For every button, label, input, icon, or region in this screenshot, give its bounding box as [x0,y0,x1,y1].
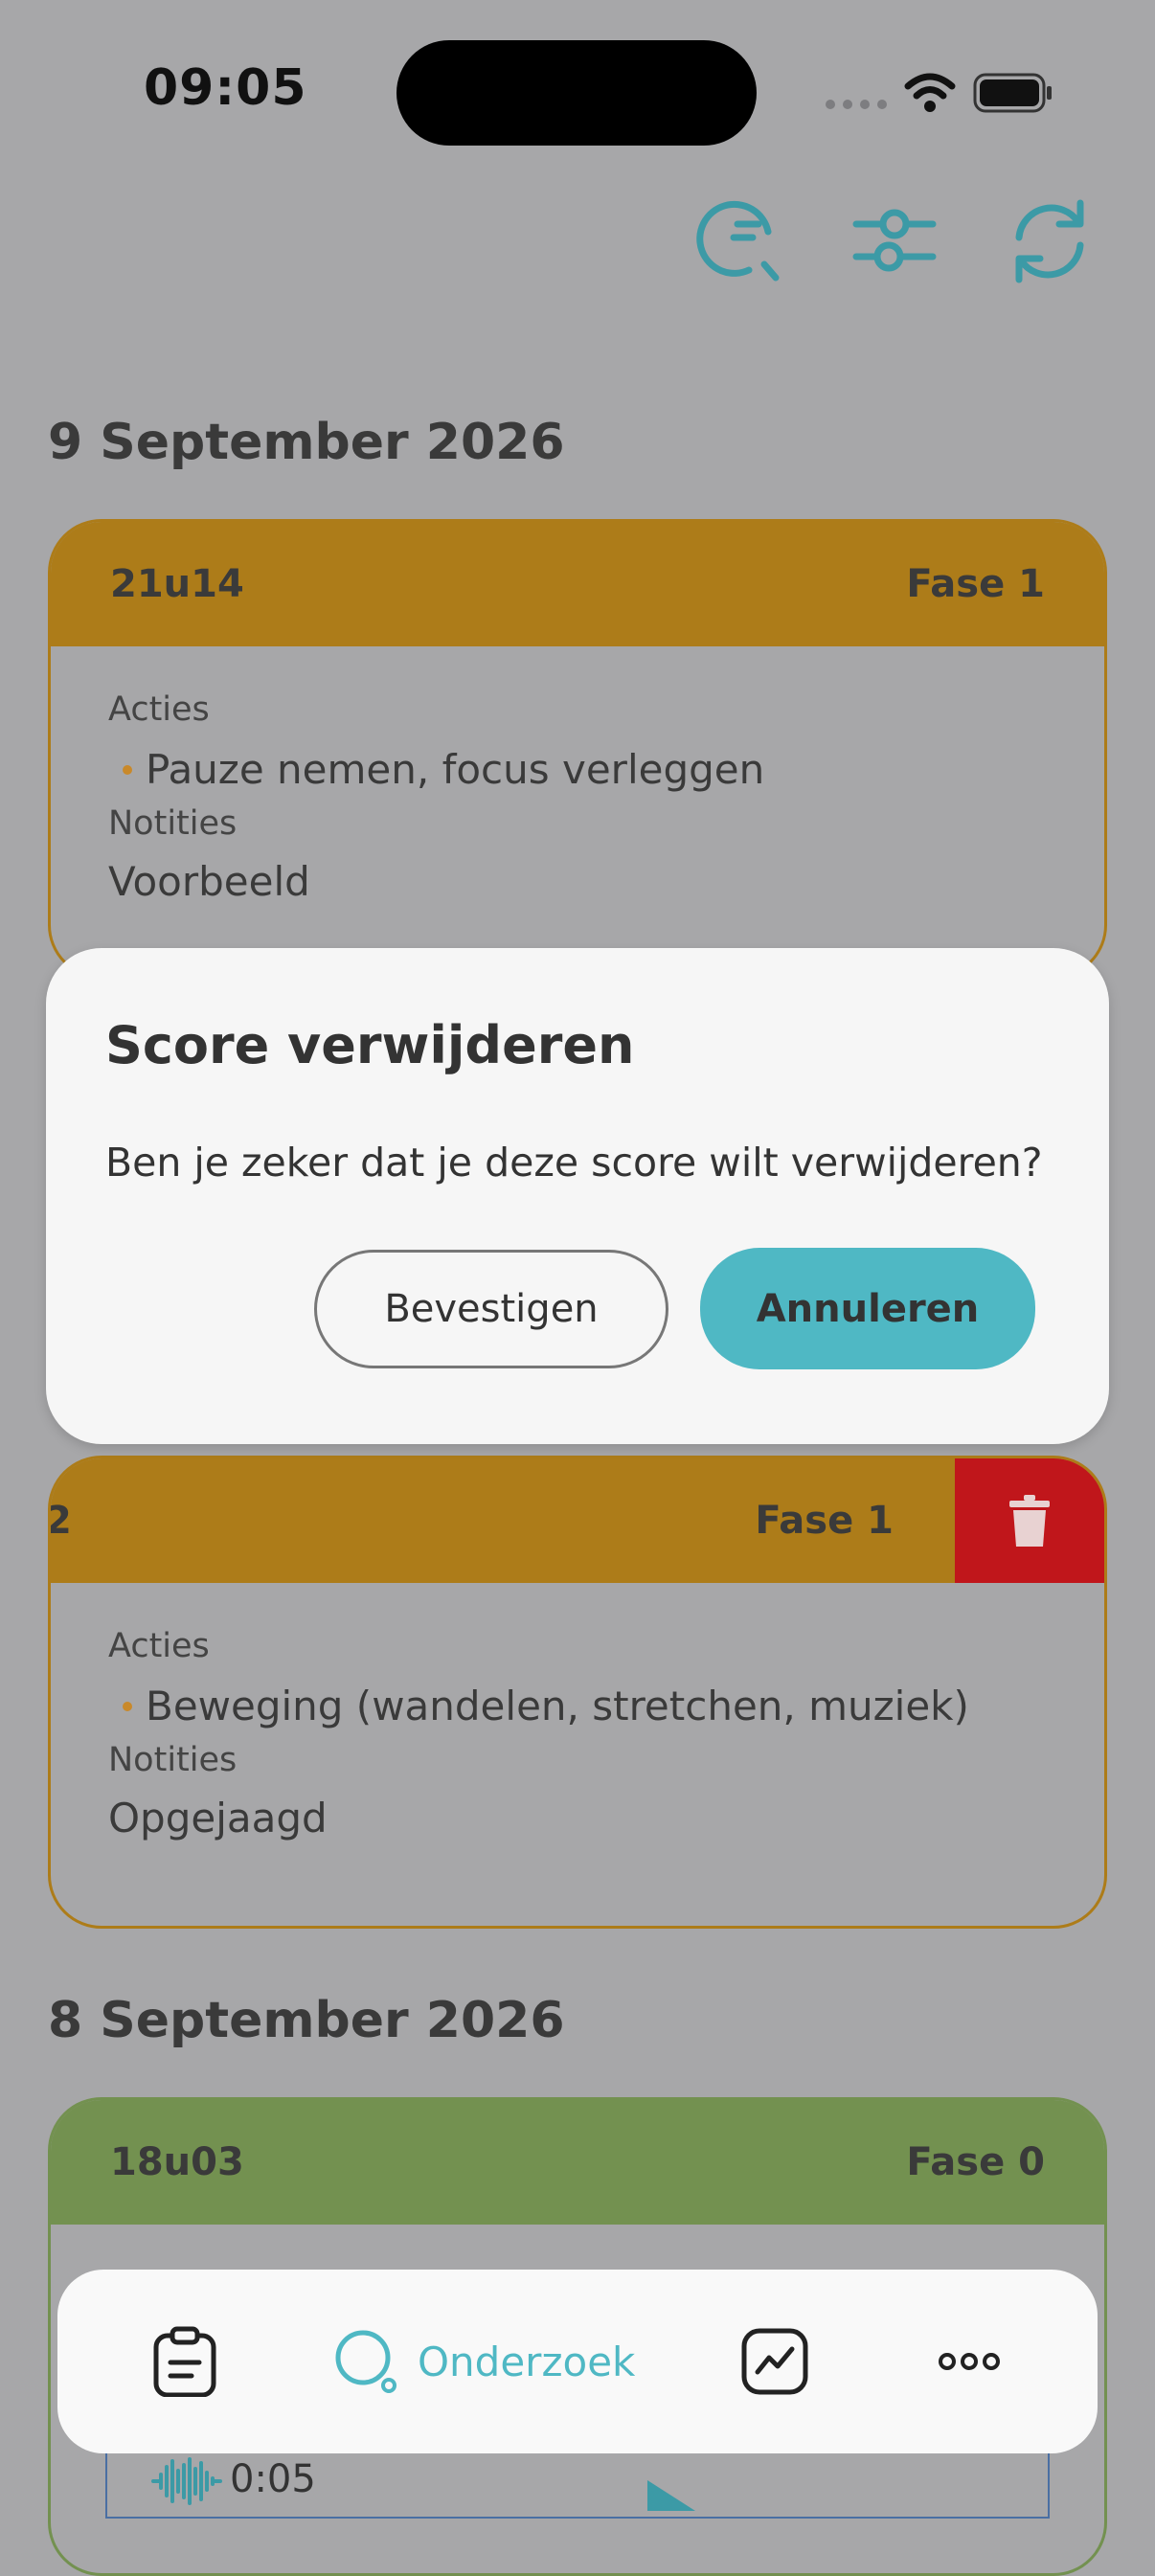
card-header: 21u14 Fase 1 [51,522,1104,646]
wifi-icon [904,73,956,112]
entry-phase: Fase 0 [906,2140,1045,2184]
notes-value: Voorbeeld [108,858,310,905]
cancel-button[interactable]: Annuleren [700,1248,1035,1369]
chart-icon [741,2328,808,2395]
confirm-button[interactable]: Bevestigen [314,1250,668,1368]
trash-icon [1009,1495,1050,1547]
sliders-icon[interactable] [847,193,942,289]
audio-duration: 0:05 [230,2457,316,2501]
score-card[interactable]: 2 Fase 1 Acties Beweging (wandelen, stre… [48,1456,1107,1929]
dialog-message: Ben je zeker dat je deze score wilt verw… [105,1140,1043,1186]
score-card[interactable]: 21u14 Fase 1 Acties Pauze nemen, focus v… [48,519,1107,979]
waveform-icon [151,2457,222,2505]
entry-phase: Fase 1 [906,562,1045,606]
dynamic-island [396,40,757,146]
battery-icon [973,73,1052,113]
tab-label-onderzoek: Onderzoek [418,2338,636,2385]
notes-label: Notities [108,804,238,843]
tab-clipboard[interactable] [153,2270,216,2453]
notes-label: Notities [108,1741,238,1779]
search-icon [335,2330,396,2393]
date-header: 8 September 2026 [48,1992,565,2049]
search-history-icon[interactable] [691,193,787,289]
entry-time: 21u14 [110,562,244,606]
notes-value: Opgejaagd [108,1795,328,1842]
bottom-tab-bar: Onderzoek [57,2270,1098,2453]
delete-score-dialog: Score verwijderen Ben je zeker dat je de… [46,948,1109,1444]
delete-button[interactable] [955,1458,1104,1583]
clipboard-icon [153,2326,216,2397]
entry-time: 2 [51,1499,72,1543]
play-icon[interactable] [647,2480,695,2511]
tab-onderzoek[interactable]: Onderzoek [333,2270,635,2453]
card-header: 2 Fase 1 [51,1458,1104,1583]
tab-more[interactable] [939,2270,1000,2453]
action-item: Beweging (wandelen, stretchen, muziek) [123,1683,1104,1729]
entry-time: 18u03 [110,2140,244,2184]
date-header: 9 September 2026 [48,414,565,471]
dialog-title: Score verwijderen [105,1015,635,1075]
tab-chart[interactable] [741,2270,808,2453]
more-icon [939,2353,1000,2370]
actions-label: Acties [108,1627,210,1665]
actions-label: Acties [108,690,210,729]
action-item: Pauze nemen, focus verleggen [123,746,1104,793]
entry-phase: Fase 1 [755,1499,894,1543]
refresh-icon[interactable] [1002,193,1098,289]
card-header: 18u03 Fase 0 [51,2100,1104,2225]
cellular-signal-icon [826,100,887,109]
status-time: 09:05 [144,59,307,117]
